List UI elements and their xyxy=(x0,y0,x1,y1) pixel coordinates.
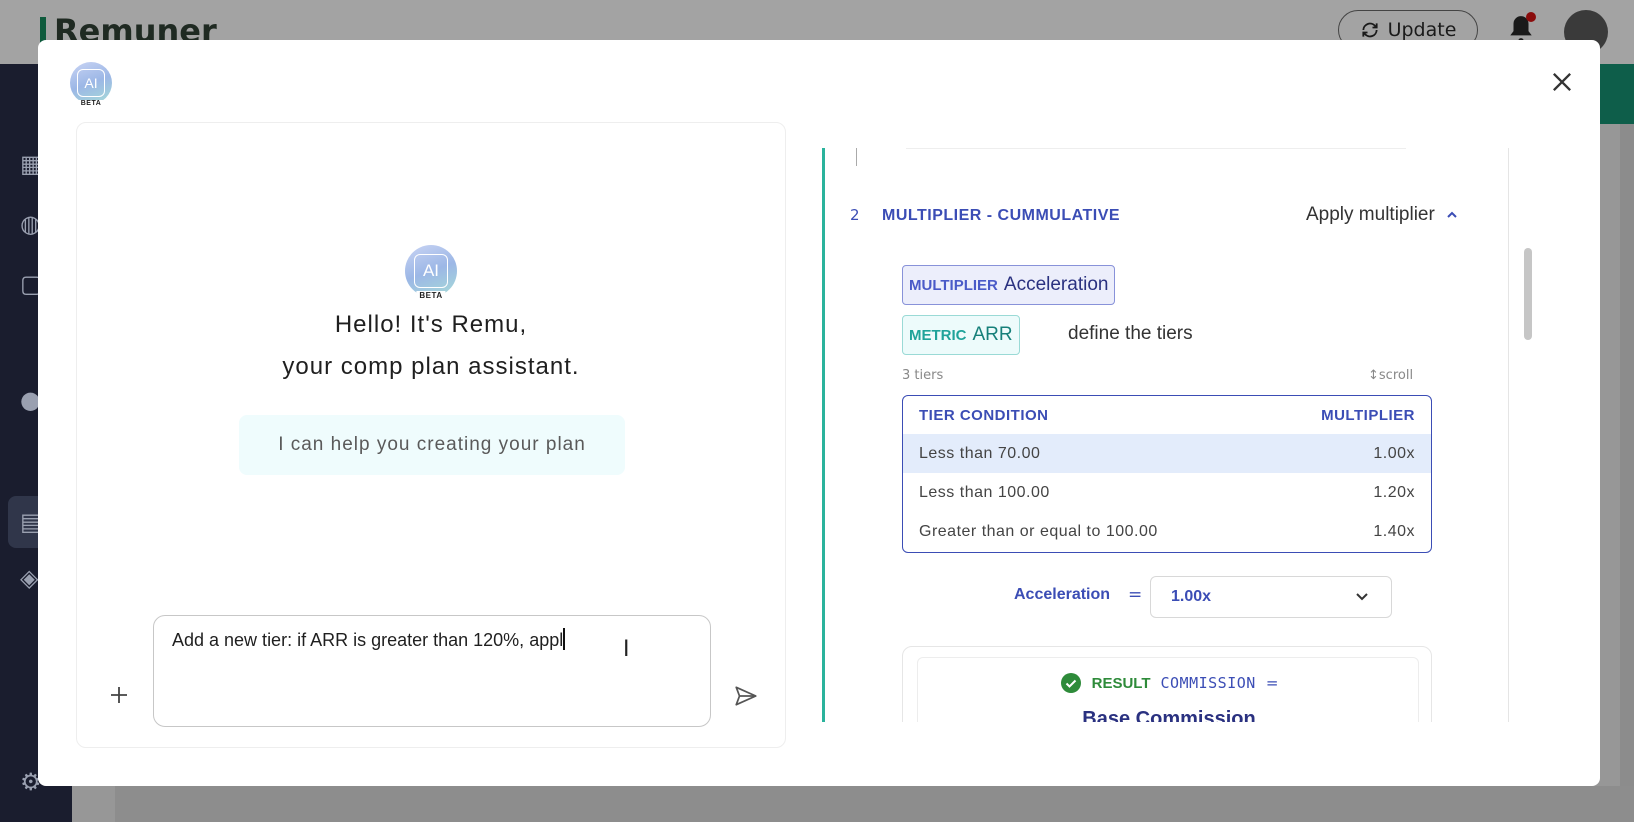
multiplier-header: MULTIPLIER xyxy=(1321,406,1415,424)
equals-sign: = xyxy=(1128,585,1143,605)
tiers-count: 3 tiers xyxy=(902,368,944,383)
app-scroll-area xyxy=(1620,124,1634,822)
tier-condition: Less than 100.00 xyxy=(919,483,1050,501)
plus-icon xyxy=(111,687,127,703)
table-row[interactable]: Less than 70.00 1.00x xyxy=(903,434,1431,473)
greeting-line-2: your comp plan assistant. xyxy=(282,353,580,380)
result-equals: = xyxy=(1265,674,1279,692)
table-row[interactable]: Greater than or equal to 100.00 1.40x xyxy=(903,512,1431,551)
metric-tag[interactable]: METRIC ARR xyxy=(902,315,1020,355)
plan-panel: 2 MULTIPLIER - CUMMULATIVE Apply multipl… xyxy=(822,148,1510,722)
panel-border xyxy=(1508,148,1509,722)
define-tiers-text: define the tiers xyxy=(1068,323,1193,344)
ai-logo-text: AI xyxy=(77,69,105,97)
chevron-up-icon xyxy=(1447,211,1457,218)
tier-condition-header: TIER CONDITION xyxy=(919,406,1049,424)
check-circle-icon xyxy=(1060,673,1081,693)
attach-button[interactable] xyxy=(107,683,131,707)
result-value: COMMISSION xyxy=(1160,674,1256,692)
tier-condition: Less than 70.00 xyxy=(919,444,1041,462)
send-icon xyxy=(735,686,757,706)
send-button[interactable] xyxy=(733,683,759,709)
ai-avatar: AI BETA xyxy=(405,245,457,300)
text-cursor-icon: I xyxy=(623,637,630,662)
prev-step-line xyxy=(856,148,857,166)
refresh-icon xyxy=(1362,22,1378,38)
greeting-line-1: Hello! It's Remu, xyxy=(334,311,528,338)
metric-tag-key: METRIC xyxy=(909,326,967,344)
apply-multiplier-toggle[interactable]: Apply multiplier xyxy=(1306,204,1459,226)
beta-label: BETA xyxy=(416,291,446,300)
result-card: RESULT COMMISSION = Base Commission xyxy=(902,646,1432,722)
app-bottom xyxy=(115,786,1634,822)
close-icon xyxy=(1553,73,1571,91)
tier-multiplier: 1.00x xyxy=(1373,444,1415,462)
step-title: MULTIPLIER - CUMMULATIVE xyxy=(882,207,1121,224)
ai-avatar-text: AI xyxy=(414,254,448,288)
table-row[interactable]: Less than 100.00 1.20x xyxy=(903,473,1431,512)
result-line: RESULT COMMISSION = xyxy=(918,672,1420,694)
metric-tag-value: ARR xyxy=(972,324,1013,345)
chevron-down-icon xyxy=(1356,593,1368,601)
acceleration-select[interactable]: 1.00x xyxy=(1150,576,1392,618)
prev-step-divider xyxy=(906,148,1406,149)
beta-label: BETA xyxy=(77,100,105,107)
tier-multiplier: 1.20x xyxy=(1373,483,1415,501)
multiplier-tag-value: Acceleration xyxy=(1003,274,1109,295)
close-button[interactable] xyxy=(1548,68,1576,96)
app-accent-strip xyxy=(1598,64,1634,124)
scroll-hint: ↕scroll xyxy=(1368,368,1414,383)
tier-multiplier: 1.40x xyxy=(1373,522,1415,540)
acceleration-label: Acceleration xyxy=(1014,586,1111,603)
tier-table-header: TIER CONDITION MULTIPLIER xyxy=(903,396,1431,434)
chat-panel: AI BETA Hello! It's Remu, your comp plan… xyxy=(76,122,786,748)
acceleration-value: 1.00x xyxy=(1171,588,1212,605)
tier-table: TIER CONDITION MULTIPLIER Less than 70.0… xyxy=(902,395,1432,553)
result-key: RESULT xyxy=(1091,674,1151,692)
chat-input-text: Add a new tier: if ARR is greater than 1… xyxy=(172,630,564,650)
scrollbar-thumb[interactable] xyxy=(1524,248,1532,340)
step-number: 2 xyxy=(850,206,860,224)
step-connector xyxy=(822,148,825,722)
chat-input[interactable]: Add a new tier: if ARR is greater than 1… xyxy=(153,615,711,727)
result-formula: Base Commission xyxy=(1082,708,1256,722)
multiplier-tag[interactable]: MULTIPLIER Acceleration xyxy=(902,265,1116,305)
ai-logo: AI BETA xyxy=(70,62,112,107)
help-suggestion[interactable]: I can help you creating your plan xyxy=(239,415,625,475)
apply-multiplier-label: Apply multiplier xyxy=(1306,204,1435,225)
multiplier-tag-key: MULTIPLIER xyxy=(909,276,998,294)
tier-condition: Greater than or equal to 100.00 xyxy=(919,522,1158,540)
result-inner: RESULT COMMISSION = Base Commission xyxy=(917,657,1419,722)
